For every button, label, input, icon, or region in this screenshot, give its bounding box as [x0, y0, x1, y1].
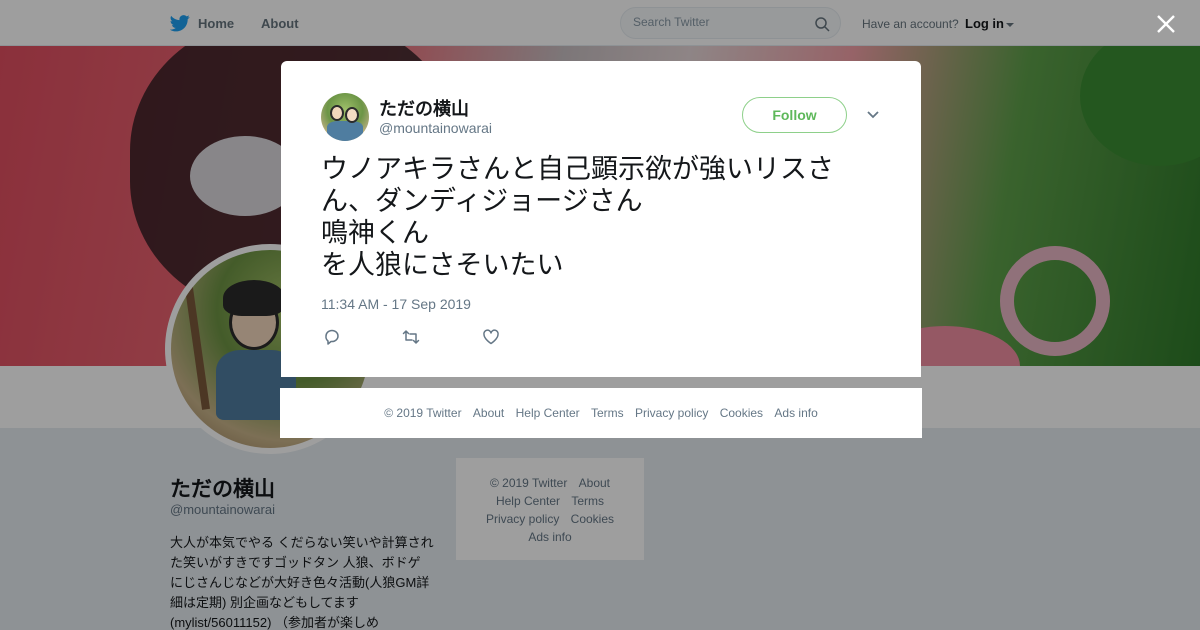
retweet-icon[interactable] [401, 327, 421, 347]
avatar-detail [327, 121, 363, 141]
footer-link-about[interactable]: About [473, 406, 504, 420]
footer-link-help[interactable]: Help Center [516, 406, 580, 420]
heart-icon[interactable] [481, 327, 501, 347]
tweet-timestamp[interactable]: 11:34 AM - 17 Sep 2019 [321, 296, 471, 312]
footer-link-ads[interactable]: Ads info [774, 406, 817, 420]
close-icon[interactable] [1155, 13, 1177, 35]
footer-copyright: © 2019 Twitter [384, 406, 462, 420]
tweet-author-name[interactable]: ただの横山 [379, 95, 469, 121]
modal-footer: © 2019 Twitter About Help Center Terms P… [280, 388, 922, 438]
avatar-detail [345, 107, 359, 123]
tweet-author-handle[interactable]: @mountainowarai [379, 120, 492, 136]
follow-button[interactable]: Follow [742, 97, 847, 133]
footer-link-cookies[interactable]: Cookies [720, 406, 763, 420]
chevron-down-icon[interactable] [865, 109, 881, 121]
tweet-modal: ただの横山 @mountainowarai Follow ウノアキラさんと自己顕… [281, 61, 921, 377]
footer-link-privacy[interactable]: Privacy policy [635, 406, 708, 420]
reply-icon[interactable] [322, 327, 342, 347]
avatar-detail [330, 105, 344, 121]
footer-link-terms[interactable]: Terms [591, 406, 624, 420]
tweet-text: ウノアキラさんと自己顕示欲が強いリスさん、ダンディジョージさん 鳴神くん を人狼… [321, 154, 834, 281]
tweet-author-avatar[interactable] [321, 93, 369, 141]
